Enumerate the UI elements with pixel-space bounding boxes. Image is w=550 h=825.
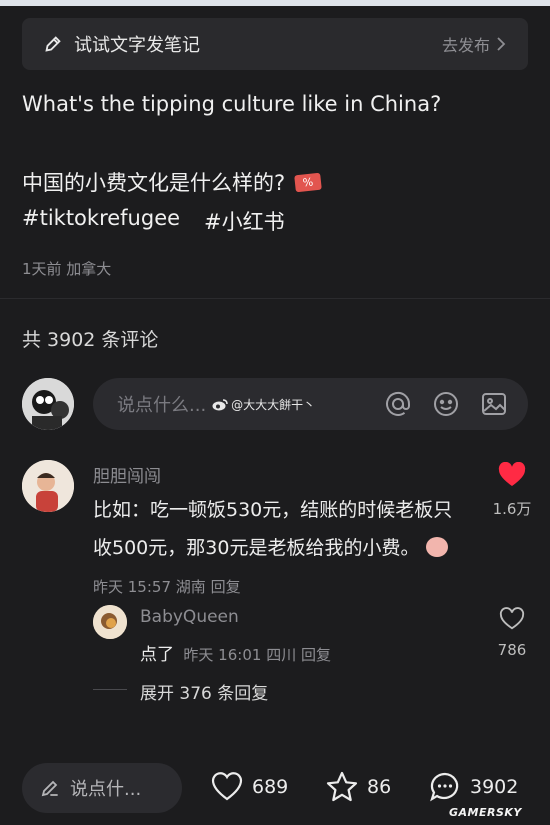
divider (0, 298, 550, 299)
reply-text: 点了 (140, 645, 174, 665)
publish-link[interactable]: 去发布 (442, 32, 506, 56)
collect-button[interactable]: 86 (325, 770, 391, 804)
collect-count: 86 (367, 776, 392, 798)
comment-count: 共 3902 条评论 (22, 329, 159, 351)
like-count: 689 (252, 776, 289, 798)
watermark-text: @大大大餅干丶 (231, 397, 316, 412)
chevron-right-icon (497, 37, 506, 51)
draft-bar-title: 试试文字发笔记 (74, 35, 200, 56)
reply-meta: 昨天 16:01 四川 回复 (183, 646, 331, 664)
comment-meta: 昨天 15:57 湖南 回复 (93, 578, 241, 596)
star-outline-icon (326, 771, 358, 802)
peach-emoji-icon (425, 537, 448, 557)
reply-avatar[interactable] (93, 605, 127, 639)
discount-tag-icon: % (294, 172, 322, 192)
reply-time: 昨天 16:01 (183, 646, 262, 664)
comment-input-placeholder: 说点什么... (117, 395, 207, 416)
bottom-comment-input[interactable]: 说点什... (22, 763, 182, 813)
comment-like-count: 1.6万 (492, 500, 532, 518)
comment-count-bottom: 3902 (470, 776, 519, 798)
reply-author[interactable]: BabyQueen (140, 607, 239, 627)
publish-label: 去发布 (441, 36, 490, 55)
post-text-cn: 中国的小费文化是什么样的? (22, 171, 286, 195)
comment-time: 昨天 15:57 (93, 578, 171, 596)
reply-body: 点了 昨天 16:01 四川 回复 (140, 640, 331, 665)
hashtag-row: #tiktokrefugee #小红书 (22, 206, 285, 236)
heart-outline-icon (499, 607, 525, 630)
weibo-icon (212, 398, 228, 410)
expand-replies-button[interactable]: 展开 376 条回复 (140, 679, 268, 704)
pen-icon (41, 780, 58, 797)
comment-bubble-icon (430, 772, 459, 802)
avatar-photo (22, 460, 74, 512)
reply-link[interactable]: 回复 (301, 646, 331, 664)
at-icon[interactable] (384, 390, 412, 418)
site-watermark: GAMERSKY (449, 806, 522, 819)
post-text-cn-row: 中国的小费文化是什么样的? % (22, 167, 322, 197)
comment-input[interactable]: 说点什么... @大大大餅干丶 (93, 378, 528, 430)
comment-location: 湖南 (175, 578, 206, 596)
avatar-illustration (22, 378, 74, 430)
comment-text: 比如：吃一顿饭530元，结账的时候老板只收500元，那30元是老板给我的小费。 (93, 499, 453, 559)
reply-like-count: 786 (497, 641, 527, 659)
comment-body: 比如：吃一顿饭530元，结账的时候老板只收500元，那30元是老板给我的小费。 … (93, 491, 468, 606)
user-avatar[interactable] (22, 378, 74, 430)
heart-outline-icon (211, 772, 243, 801)
draft-note-bar[interactable]: 试试文字发笔记 去发布 (22, 18, 528, 70)
post-meta: 1天前 加拿大 (22, 260, 112, 278)
comment-like-button[interactable]: 1.6万 (488, 461, 536, 519)
commenter-avatar[interactable] (22, 460, 74, 512)
hashtag[interactable]: #tiktokrefugee (22, 206, 180, 236)
top-strip (0, 0, 550, 6)
weibo-watermark: @大大大餅干丶 (212, 396, 315, 413)
reply-like-button[interactable]: 786 (488, 607, 536, 659)
reply-link[interactable]: 回复 (211, 578, 241, 596)
pen-icon (45, 36, 61, 52)
image-icon[interactable] (480, 390, 508, 418)
emoji-icon[interactable] (432, 390, 460, 418)
input-tools (384, 390, 508, 418)
hashtag[interactable]: #小红书 (204, 206, 285, 236)
like-button[interactable]: 689 (210, 770, 288, 804)
avatar-photo (93, 605, 127, 639)
comment-button[interactable]: 3902 (428, 770, 518, 804)
reply-location: 四川 (266, 646, 297, 664)
expand-line (93, 689, 127, 690)
bottom-input-placeholder: 说点什... (70, 779, 142, 800)
heart-filled-icon (498, 461, 526, 486)
comment-author[interactable]: 胆胆闯闯 (93, 462, 161, 487)
post-text-en: What's the tipping culture like in China… (22, 92, 442, 116)
